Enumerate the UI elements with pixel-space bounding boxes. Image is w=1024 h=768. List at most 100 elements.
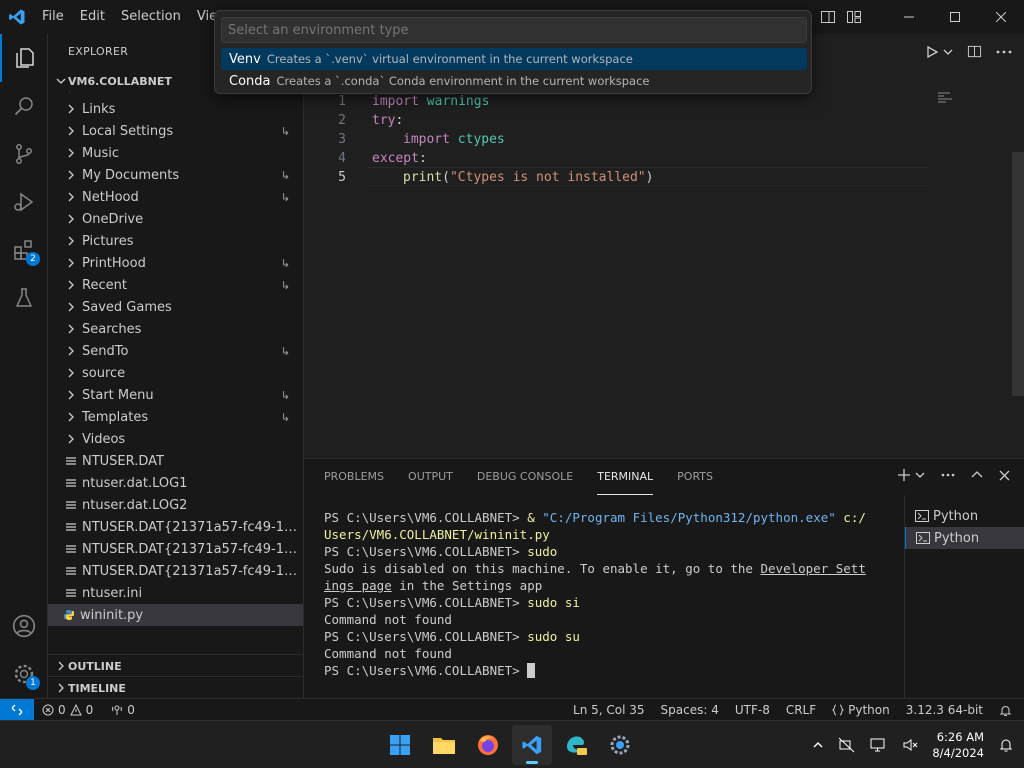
display-icon[interactable] xyxy=(870,737,888,753)
more-actions-icon[interactable] xyxy=(996,50,1012,54)
minimap[interactable] xyxy=(938,92,954,103)
tree-file[interactable]: ntuser.dat.LOG2 xyxy=(48,494,303,516)
tree-folder[interactable]: PrintHood ↳ xyxy=(48,252,303,274)
language-mode[interactable]: Python xyxy=(832,703,890,717)
toggle-secondary-sidebar-icon[interactable] xyxy=(820,9,836,25)
tree-folder[interactable]: source xyxy=(48,362,303,384)
outline-section[interactable]: OUTLINE xyxy=(48,654,303,677)
chevron-down-icon[interactable] xyxy=(915,470,925,480)
menu-selection[interactable]: Selection xyxy=(113,0,189,34)
tree-file[interactable]: NTUSER.DAT{21371a57-fc49-11ee-a... xyxy=(48,538,303,560)
chevron-right-icon xyxy=(64,126,78,136)
terminal-output[interactable]: PS C:\Users\VM6.COLLABNET> & "C:/Program… xyxy=(324,509,884,679)
settings-app-icon[interactable] xyxy=(600,725,640,765)
tree-folder[interactable]: Saved Games xyxy=(48,296,303,318)
menu-edit[interactable]: Edit xyxy=(72,0,113,34)
chevron-up-icon[interactable] xyxy=(812,739,824,751)
run-python-icon[interactable] xyxy=(925,45,939,59)
tree-file[interactable]: NTUSER.DAT{21371a57-fc49-11ee-a... xyxy=(48,560,303,582)
clock-time: 6:26 AM xyxy=(936,730,984,744)
tab-output[interactable]: OUTPUT xyxy=(408,459,453,495)
tree-folder[interactable]: Recent ↳ xyxy=(48,274,303,296)
minimize-button[interactable] xyxy=(886,0,932,34)
remote-indicator-icon[interactable] xyxy=(0,699,34,721)
customize-layout-icon[interactable] xyxy=(846,9,862,25)
tab-debug-console[interactable]: DEBUG CONSOLE xyxy=(477,459,573,495)
problems-status[interactable]: 0 0 0 xyxy=(42,699,135,721)
tree-folder[interactable]: Local Settings ↳ xyxy=(48,120,303,142)
warning-icon xyxy=(69,704,82,716)
cursor-position[interactable]: Ln 5, Col 35 xyxy=(573,703,645,717)
tree-file[interactable]: ntuser.dat.LOG1 xyxy=(48,472,303,494)
testing-icon[interactable] xyxy=(0,274,48,322)
tree-folder[interactable]: Pictures xyxy=(48,230,303,252)
timeline-section[interactable]: TIMELINE xyxy=(48,676,303,698)
explorer-icon[interactable] xyxy=(0,34,48,82)
editor-scrollbar[interactable] xyxy=(1012,152,1024,396)
tree-file[interactable]: NTUSER.DAT xyxy=(48,450,303,472)
windows-start-icon[interactable] xyxy=(380,725,420,765)
tree-folder[interactable]: My Documents ↳ xyxy=(48,164,303,186)
symlink-arrow-icon: ↳ xyxy=(280,344,290,358)
quick-pick-input[interactable] xyxy=(221,17,807,43)
tree-file[interactable]: NTUSER.DAT{21371a57-fc49-11ee-a... xyxy=(48,516,303,538)
terminal-instance[interactable]: Python xyxy=(905,527,1024,549)
notifications-bell-icon[interactable] xyxy=(999,704,1012,717)
tab-terminal[interactable]: TERMINAL xyxy=(597,460,654,495)
tab-problems[interactable]: PROBLEMS xyxy=(324,459,384,495)
file-explorer-icon[interactable] xyxy=(424,725,464,765)
tree-folder[interactable]: Start Menu ↳ xyxy=(48,384,303,406)
editor-area[interactable]: 1 2 3 4 5 import warnings try: import ct… xyxy=(304,34,1024,458)
chevron-right-icon xyxy=(54,661,68,671)
maximize-button[interactable] xyxy=(932,0,978,34)
accounts-icon[interactable] xyxy=(0,602,48,650)
tree-folder[interactable]: Videos xyxy=(48,428,303,450)
volume-muted-icon[interactable] xyxy=(902,737,918,753)
close-button[interactable] xyxy=(978,0,1024,34)
terminal-instance[interactable]: Python xyxy=(905,505,1024,527)
source-control-icon[interactable] xyxy=(0,130,48,178)
manage-gear-icon[interactable]: 1 xyxy=(0,650,48,698)
tree-folder[interactable]: Searches xyxy=(48,318,303,340)
search-icon[interactable] xyxy=(0,82,48,130)
workspace-root-label: VM6.COLLABNET xyxy=(68,74,172,88)
close-panel-icon[interactable] xyxy=(999,470,1010,481)
developer-settings-link[interactable]: Developer Sett xyxy=(761,561,866,576)
tree-folder[interactable]: Links xyxy=(48,98,303,120)
panel-tabs: PROBLEMS OUTPUT DEBUG CONSOLE TERMINAL P… xyxy=(324,459,713,495)
tree-folder[interactable]: NetHood ↳ xyxy=(48,186,303,208)
tree-folder[interactable]: Music xyxy=(48,142,303,164)
chevron-down-icon[interactable] xyxy=(943,47,953,57)
encoding[interactable]: UTF-8 xyxy=(735,703,770,717)
notification-bell-icon[interactable] xyxy=(998,737,1014,753)
taskbar-clock[interactable]: 6:26 AM 8/4/2024 xyxy=(932,729,984,761)
more-actions-icon[interactable] xyxy=(941,473,955,477)
code-token: "Ctypes is not installed" xyxy=(449,170,646,185)
edge-dev-icon[interactable] xyxy=(556,725,596,765)
quick-pick-option-conda[interactable]: Conda Creates a `.conda` Conda environme… xyxy=(221,70,807,92)
end-of-line[interactable]: CRLF xyxy=(786,703,816,717)
split-editor-icon[interactable] xyxy=(967,44,982,59)
new-terminal-plus-icon[interactable] xyxy=(897,468,911,482)
menu-file[interactable]: File xyxy=(34,0,72,34)
terminal-line: ings page in the Settings app xyxy=(324,577,884,594)
quick-pick-option-venv[interactable]: Venv Creates a `.venv` virtual environme… xyxy=(221,48,807,70)
tree-file[interactable]: wininit.py xyxy=(48,604,303,626)
tab-ports[interactable]: PORTS xyxy=(677,459,713,495)
firefox-icon[interactable] xyxy=(468,725,508,765)
symlink-arrow-icon: ↳ xyxy=(280,278,290,292)
vscode-taskbar-icon[interactable] xyxy=(512,725,552,765)
run-debug-icon[interactable] xyxy=(0,178,48,226)
tree-folder[interactable]: Templates ↳ xyxy=(48,406,303,428)
python-interpreter[interactable]: 3.12.3 64-bit xyxy=(906,703,983,717)
tree-folder[interactable]: SendTo ↳ xyxy=(48,340,303,362)
chevron-right-icon xyxy=(54,683,68,693)
network-disconnected-icon[interactable] xyxy=(838,737,856,753)
maximize-panel-icon[interactable] xyxy=(971,469,983,481)
tree-file[interactable]: ntuser.ini xyxy=(48,582,303,604)
indentation[interactable]: Spaces: 4 xyxy=(661,703,719,717)
tree-folder[interactable]: OneDrive xyxy=(48,208,303,230)
tree-item-label: Videos xyxy=(82,431,126,447)
developer-settings-link[interactable]: ings page xyxy=(324,578,392,593)
extensions-icon[interactable]: 2 xyxy=(0,226,48,274)
